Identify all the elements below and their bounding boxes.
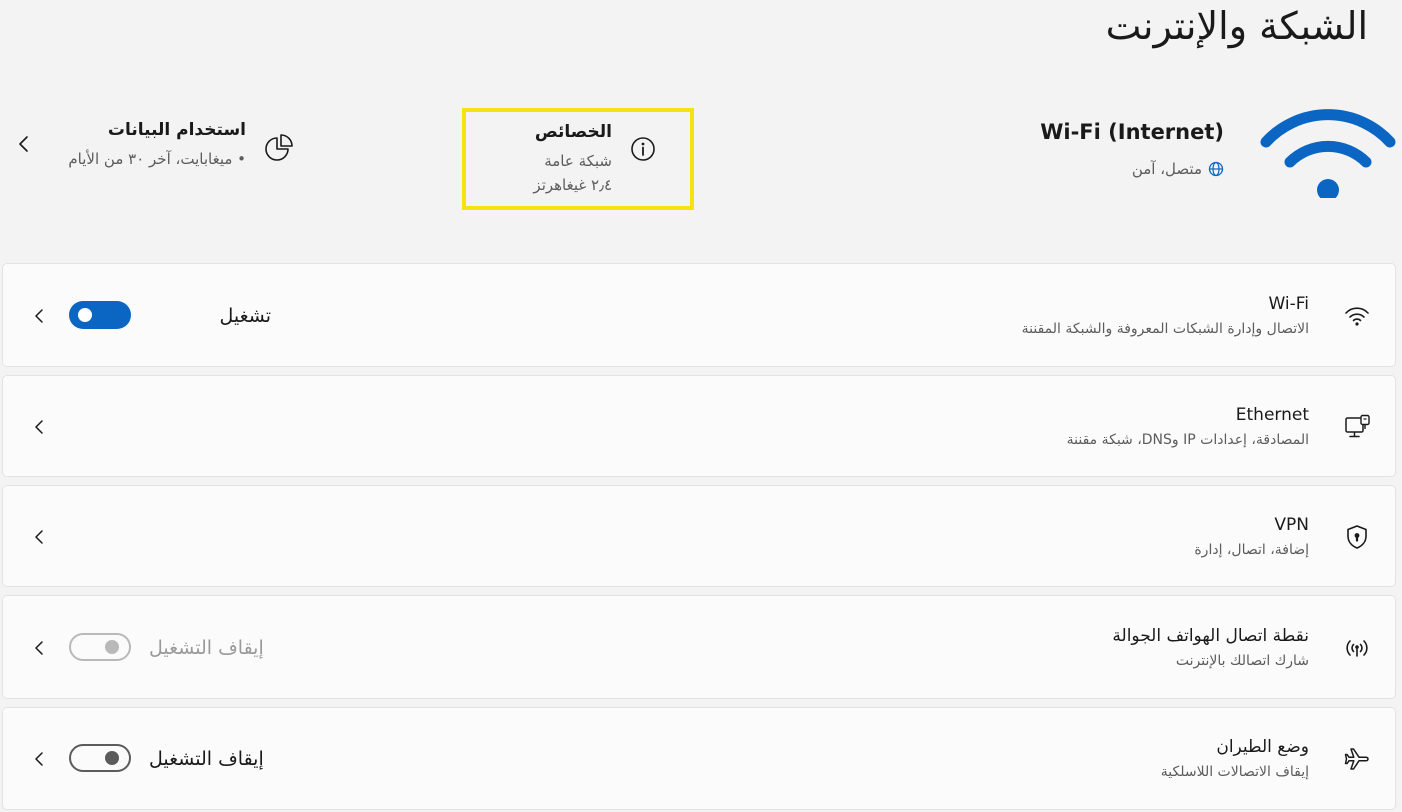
info-icon <box>631 137 655 161</box>
chevron-left-icon[interactable] <box>29 749 49 769</box>
ethernet-subtitle: المصادقة، إعدادات IP وDNS، شبكة مقننة <box>1066 432 1309 448</box>
page-title: الشبكة والإنترنت <box>1105 4 1368 48</box>
properties-title: الخصائص <box>534 122 612 142</box>
hotspot-toggle-label: إيقاف التشغيل <box>149 637 264 659</box>
hotspot-title: نقطة اتصال الهواتف الجوالة <box>1112 626 1309 646</box>
data-usage-title[interactable]: استخدام البيانات <box>108 120 246 140</box>
pie-chart-icon <box>265 134 293 161</box>
chevron-left-icon[interactable] <box>29 417 49 437</box>
data-usage-subtitle: • ميغابايت، آخر ٣٠ من الأيام <box>68 150 246 168</box>
toggle-knob <box>105 751 119 765</box>
chevron-left-icon[interactable] <box>12 132 36 156</box>
network-band: ٢٫٤ غيغاهرتز <box>533 176 612 194</box>
airplane-mode-title: وضع الطيران <box>1216 737 1309 757</box>
wifi-toggle[interactable] <box>69 301 131 329</box>
airplane-mode-subtitle: إيقاف الاتصالات اللاسلكية <box>1160 764 1309 780</box>
vpn-subtitle: إضافة، اتصال، إدارة <box>1194 542 1309 558</box>
properties-link[interactable]: الخصائص شبكة عامة ٢٫٤ غيغاهرتز <box>462 108 694 210</box>
wifi-icon <box>1345 307 1369 326</box>
wifi-title: Wi-Fi <box>1268 294 1309 314</box>
chevron-left-icon[interactable] <box>29 306 49 326</box>
wifi-signal-icon <box>1260 109 1396 198</box>
mobile-hotspot-row[interactable]: نقطة اتصال الهواتف الجوالة شارك اتصالك ب… <box>2 595 1396 699</box>
hotspot-subtitle: شارك اتصالك بالإنترنت <box>1175 653 1309 669</box>
ethernet-icon <box>1345 414 1370 438</box>
hotspot-icon <box>1346 640 1368 657</box>
hotspot-toggle[interactable] <box>69 633 131 661</box>
chevron-left-icon[interactable] <box>29 527 49 547</box>
airplane-mode-row[interactable]: وضع الطيران إيقاف الاتصالات اللاسلكية إي… <box>2 707 1396 810</box>
network-status: متصل، آمن <box>1132 160 1224 178</box>
wifi-row[interactable]: Wi-Fi الاتصال وإدارة الشبكات المعروفة وا… <box>2 263 1396 367</box>
vpn-row[interactable]: VPN إضافة، اتصال، إدارة <box>2 485 1396 587</box>
vpn-shield-icon <box>1347 525 1367 549</box>
airplane-mode-toggle[interactable] <box>69 744 131 772</box>
ethernet-title: Ethernet <box>1235 405 1309 425</box>
network-name: Wi-Fi (Internet) <box>1040 120 1224 144</box>
ethernet-row[interactable]: Ethernet المصادقة، إعدادات IP وDNS، شبكة… <box>2 375 1396 477</box>
wifi-subtitle: الاتصال وإدارة الشبكات المعروفة والشبكة … <box>1021 321 1309 337</box>
airplane-icon <box>1344 748 1369 770</box>
airplane-toggle-label: إيقاف التشغيل <box>149 748 264 770</box>
network-summary-header: Wi-Fi (Internet) متصل، آمن الخصائص شبكة … <box>0 92 1402 232</box>
toggle-knob <box>78 308 92 322</box>
vpn-title: VPN <box>1274 515 1309 535</box>
chevron-left-icon[interactable] <box>29 638 49 658</box>
network-profile-type: شبكة عامة <box>544 152 612 170</box>
wifi-toggle-label: تشغيل <box>219 305 271 327</box>
toggle-knob <box>105 640 119 654</box>
globe-icon <box>1208 161 1224 177</box>
network-status-text: متصل، آمن <box>1131 160 1202 178</box>
